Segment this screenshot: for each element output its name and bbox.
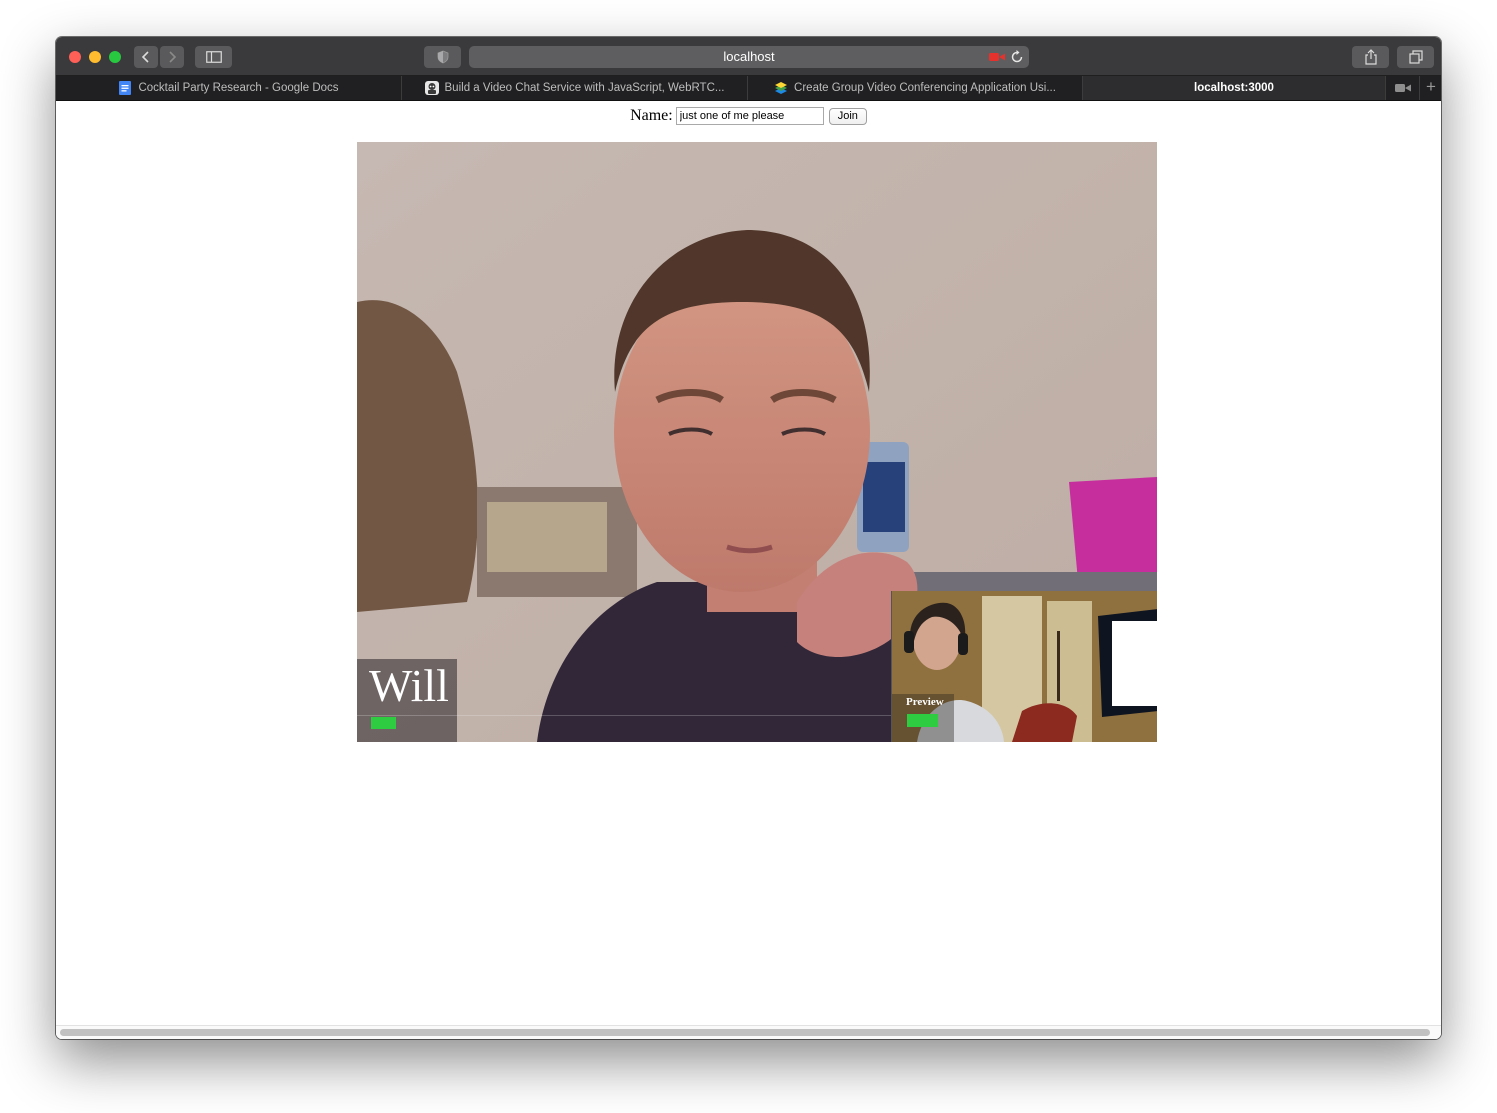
tab-label: Build a Video Chat Service with JavaScri… [444,82,725,94]
new-tab-button[interactable]: + [1419,76,1441,100]
join-button[interactable]: Join [828,107,867,125]
tab-group-conferencing[interactable]: Create Group Video Conferencing Applicat… [748,76,1083,100]
scrollbar-thumb[interactable] [60,1029,1430,1036]
tab-video-chat-article[interactable]: Build a Video Chat Service with JavaScri… [402,76,748,100]
tab-label: localhost:3000 [1194,82,1274,94]
horizontal-scrollbar[interactable] [56,1025,1441,1039]
tab-localhost[interactable]: localhost:3000 [1083,76,1386,100]
close-window-button[interactable] [69,51,81,63]
layers-stack-icon [775,82,788,94]
address-text: localhost [723,49,775,64]
tab-overview-icon [1408,50,1423,64]
browser-toolbar: localhost [56,37,1441,76]
share-icon [1364,49,1377,65]
minimize-window-button[interactable] [89,51,101,63]
back-icon [141,51,149,63]
sidebar-icon [205,51,222,63]
forward-button[interactable] [160,46,184,68]
local-preview: Preview [891,591,1157,742]
tab-camera-icon[interactable] [1395,83,1411,93]
blog-avatar-icon [424,81,439,95]
preview-label: Preview [906,696,944,708]
sidebar-toggle-button[interactable] [195,46,232,68]
privacy-report-button[interactable] [424,46,461,68]
address-bar[interactable]: localhost [469,46,1029,68]
name-label: Name: [630,107,673,124]
remote-audio-level [371,717,396,729]
back-button[interactable] [134,46,158,68]
remote-participant-name: Will [369,660,449,711]
reload-icon[interactable] [1009,49,1025,65]
browser-window: localhost Cocktail Party Research - Goog… [56,37,1441,1039]
tab-label: Cocktail Party Research - Google Docs [138,82,339,94]
share-button[interactable] [1352,46,1389,68]
camera-recording-icon[interactable] [989,52,1005,62]
maximize-window-button[interactable] [109,51,121,63]
privacy-shield-icon [437,50,448,64]
tab-bar: Cocktail Party Research - Google Docs Bu… [56,76,1441,101]
tab-label: Create Group Video Conferencing Applicat… [794,82,1056,94]
name-input[interactable] [675,107,824,125]
google-docs-icon [119,81,132,95]
remote-video: Will Preview [357,142,1157,742]
tab-google-docs[interactable]: Cocktail Party Research - Google Docs [56,76,402,100]
tab-overview-button[interactable] [1397,46,1434,68]
navigation-buttons [134,46,185,68]
join-form: Name: Join [56,107,1441,125]
forward-icon [169,51,177,63]
page-content: Name: Join [56,101,1441,1039]
preview-audio-level [907,714,938,727]
